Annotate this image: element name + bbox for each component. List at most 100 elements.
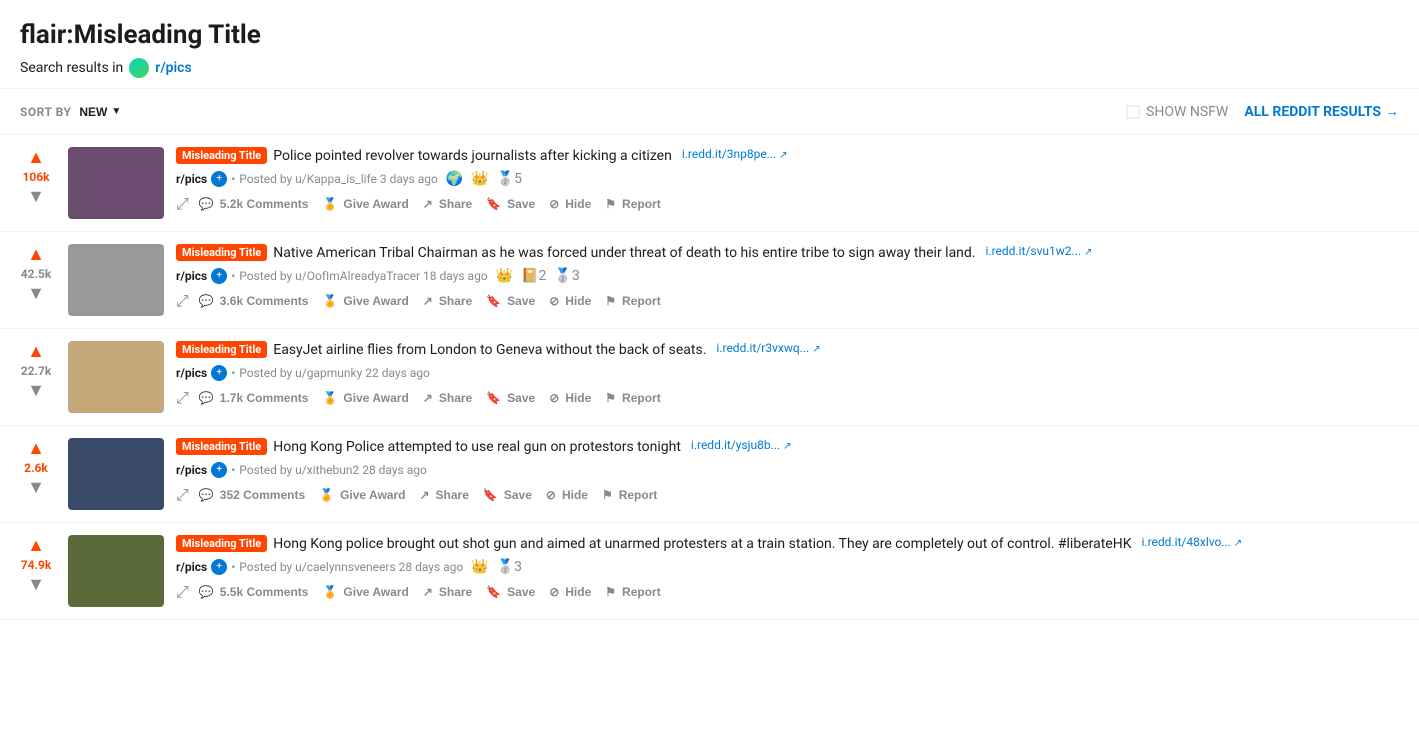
upvote-button-1[interactable]: ▲ (27, 147, 45, 168)
post-subreddit-3[interactable]: r/pics (176, 366, 207, 380)
result-item-5: ▲74.9k▼Misleading TitleHong Kong police … (0, 523, 1419, 620)
report-button-2[interactable]: ⚑Report (599, 290, 666, 312)
post-subreddit-4[interactable]: r/pics (176, 463, 207, 477)
subreddit-link[interactable]: r/pics (155, 60, 191, 76)
save-button-3[interactable]: 🔖Save (480, 387, 541, 409)
post-title-5[interactable]: Hong Kong police brought out shot gun an… (273, 535, 1131, 555)
post-author-3: Posted by u/gapmunky 22 days ago (239, 366, 430, 380)
give-award-button-5[interactable]: 🏅Give Award (316, 581, 414, 603)
post-title-line-3: Misleading TitleEasyJet airline flies fr… (176, 341, 1403, 361)
sort-by-label: SORT BY (20, 105, 71, 119)
result-item-2: ▲42.5k▼Misleading TitleNative American T… (0, 232, 1419, 329)
downvote-button-1[interactable]: ▼ (27, 186, 45, 207)
upvote-button-4[interactable]: ▲ (27, 438, 45, 459)
hide-button-4[interactable]: ⊘Hide (540, 484, 594, 506)
expand-button-3[interactable]: ⤢ (176, 388, 189, 408)
post-subreddit-2[interactable]: r/pics (176, 269, 207, 283)
subscribe-button-1[interactable]: + (211, 171, 227, 187)
post-title-4[interactable]: Hong Kong Police attempted to use real g… (273, 438, 681, 458)
expand-button-1[interactable]: ⤢ (176, 194, 189, 214)
save-button-2[interactable]: 🔖Save (480, 290, 541, 312)
give-award-button-2[interactable]: 🏅Give Award (316, 290, 414, 312)
content-col-2: Misleading TitleNative American Tribal C… (176, 244, 1403, 312)
report-button-4[interactable]: ⚑Report (596, 484, 663, 506)
subscribe-button-2[interactable]: + (211, 268, 227, 284)
post-title-1[interactable]: Police pointed revolver towards journali… (273, 147, 672, 167)
post-thumbnail-5[interactable] (68, 535, 164, 607)
result-item-4: ▲2.6k▼Misleading TitleHong Kong Police a… (0, 426, 1419, 523)
expand-button-2[interactable]: ⤢ (176, 291, 189, 311)
toolbar: SORT BY NEW ▼ SHOW NSFW ALL REDDIT RESUL… (0, 89, 1419, 135)
post-meta-3: r/pics+•Posted by u/gapmunky 22 days ago (176, 365, 1403, 381)
nsfw-toggle-label[interactable]: SHOW NSFW (1126, 104, 1228, 120)
vote-col-3: ▲ 22.7k ▼ (16, 341, 56, 401)
downvote-button-4[interactable]: ▼ (27, 477, 45, 498)
post-domain-1[interactable]: i.redd.it/3np8pe... ↗ (682, 147, 788, 161)
post-domain-5[interactable]: i.redd.it/48xlvo... ↗ (1141, 535, 1242, 549)
post-domain-4[interactable]: i.redd.it/ysju8b... ↗ (691, 438, 792, 452)
all-reddit-results-button[interactable]: ALL REDDIT RESULTS → (1244, 103, 1399, 120)
award-icon-world: 🌍 (446, 171, 463, 187)
post-title-3[interactable]: EasyJet airline flies from London to Gen… (273, 341, 706, 361)
results-list: ▲106k▼Misleading TitlePolice pointed rev… (0, 135, 1419, 620)
post-subreddit-5[interactable]: r/pics (176, 560, 207, 574)
comments-button-4[interactable]: 💬352 Comments (193, 484, 311, 506)
post-action-area-4: ⤢💬352 Comments🏅Give Award↗Share🔖Save⊘Hid… (176, 484, 1403, 506)
award-icon-crown: 👑 (471, 559, 488, 575)
comments-button-2[interactable]: 💬3.6k Comments (193, 290, 315, 312)
action-row-3: 💬1.7k Comments🏅Give Award↗Share🔖Save⊘Hid… (193, 387, 667, 409)
post-meta-5: r/pics+•Posted by u/caelynnsveneers 28 d… (176, 559, 1403, 575)
post-title-2[interactable]: Native American Tribal Chairman as he wa… (273, 244, 975, 264)
subscribe-button-3[interactable]: + (211, 365, 227, 381)
share-button-3[interactable]: ↗Share (417, 387, 478, 409)
hide-button-5[interactable]: ⊘Hide (543, 581, 597, 603)
downvote-button-2[interactable]: ▼ (27, 283, 45, 304)
downvote-button-3[interactable]: ▼ (27, 380, 45, 401)
content-col-5: Misleading TitleHong Kong police brought… (176, 535, 1403, 603)
comments-button-1[interactable]: 💬5.2k Comments (193, 193, 315, 215)
hide-button-2[interactable]: ⊘Hide (543, 290, 597, 312)
hide-button-3[interactable]: ⊘Hide (543, 387, 597, 409)
expand-button-5[interactable]: ⤢ (176, 582, 189, 602)
nsfw-checkbox[interactable] (1126, 105, 1140, 119)
share-button-1[interactable]: ↗Share (417, 193, 478, 215)
share-button-2[interactable]: ↗Share (417, 290, 478, 312)
post-thumbnail-1[interactable] (68, 147, 164, 219)
report-button-3[interactable]: ⚑Report (599, 387, 666, 409)
save-button-4[interactable]: 🔖Save (477, 484, 538, 506)
upvote-button-5[interactable]: ▲ (27, 535, 45, 556)
content-col-3: Misleading TitleEasyJet airline flies fr… (176, 341, 1403, 409)
subreddit-icon (129, 58, 149, 78)
post-domain-2[interactable]: i.redd.it/svu1w2... ↗ (986, 244, 1093, 258)
subscribe-button-4[interactable]: + (211, 462, 227, 478)
save-button-5[interactable]: 🔖Save (480, 581, 541, 603)
give-award-button-1[interactable]: 🏅Give Award (316, 193, 414, 215)
comments-button-5[interactable]: 💬5.5k Comments (193, 581, 315, 603)
post-thumbnail-3[interactable] (68, 341, 164, 413)
comments-button-3[interactable]: 💬1.7k Comments (193, 387, 315, 409)
hide-button-1[interactable]: ⊘Hide (543, 193, 597, 215)
post-thumbnail-4[interactable] (68, 438, 164, 510)
upvote-button-2[interactable]: ▲ (27, 244, 45, 265)
subscribe-button-5[interactable]: + (211, 559, 227, 575)
vote-count-3: 22.7k (21, 364, 52, 378)
award-icon-crown: 👑 (496, 268, 513, 284)
post-thumbnail-2[interactable] (68, 244, 164, 316)
page-header: flair:Misleading Title Search results in… (0, 0, 1419, 89)
give-award-button-3[interactable]: 🏅Give Award (316, 387, 414, 409)
post-domain-3[interactable]: i.redd.it/r3vxwq... ↗ (716, 341, 820, 355)
save-button-1[interactable]: 🔖Save (480, 193, 541, 215)
post-author-5: Posted by u/caelynnsveneers 28 days ago (239, 560, 463, 574)
downvote-button-5[interactable]: ▼ (27, 574, 45, 595)
report-button-5[interactable]: ⚑Report (599, 581, 666, 603)
expand-button-4[interactable]: ⤢ (176, 485, 189, 505)
sort-dropdown-button[interactable]: NEW ▼ (79, 105, 121, 119)
upvote-button-3[interactable]: ▲ (27, 341, 45, 362)
sort-by-section: SORT BY NEW ▼ (20, 105, 121, 119)
share-button-4[interactable]: ↗Share (413, 484, 474, 506)
share-button-5[interactable]: ↗Share (417, 581, 478, 603)
report-button-1[interactable]: ⚑Report (599, 193, 666, 215)
chevron-down-icon: ▼ (111, 106, 121, 117)
post-subreddit-1[interactable]: r/pics (176, 172, 207, 186)
give-award-button-4[interactable]: 🏅Give Award (313, 484, 411, 506)
